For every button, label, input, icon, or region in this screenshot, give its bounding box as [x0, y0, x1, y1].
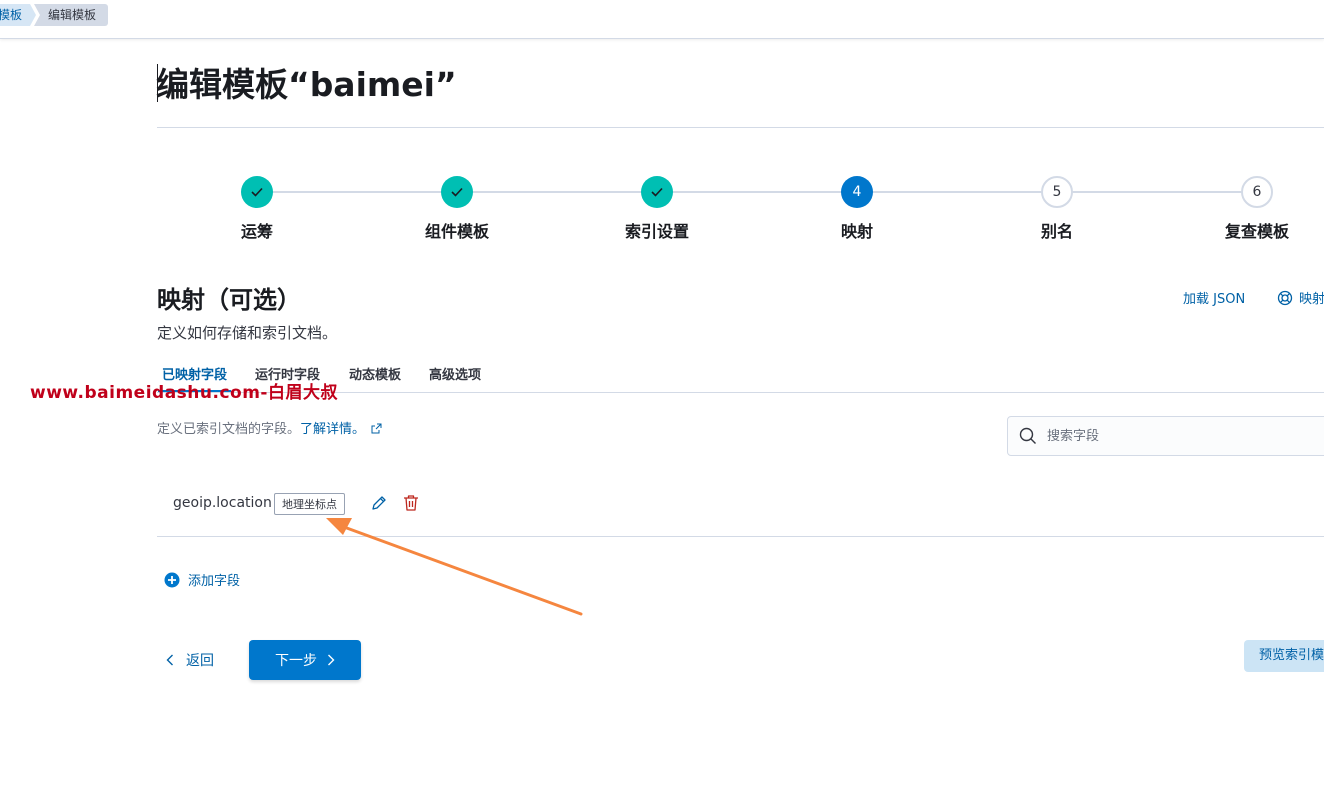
search-input[interactable]	[1045, 427, 1309, 445]
add-field-button[interactable]: 添加字段	[164, 570, 240, 589]
mapping-docs-label: 映射	[1299, 292, 1324, 307]
search-field[interactable]	[1007, 416, 1324, 456]
title-divider	[157, 127, 1324, 128]
step-number: 6	[1241, 176, 1273, 208]
step-2[interactable]: 组件模板	[397, 176, 517, 242]
step-label: 别名	[1040, 222, 1073, 241]
fields-description: 定义已索引文档的字段。了解详情。	[157, 418, 382, 437]
step-5[interactable]: 5 别名	[997, 176, 1117, 242]
chevron-left-icon	[166, 654, 173, 666]
load-json-button[interactable]: 加载 JSON	[1183, 288, 1245, 307]
learn-more-link[interactable]: 了解详情。	[300, 422, 365, 437]
step-3[interactable]: 索引设置	[597, 176, 717, 242]
preview-index-template-button[interactable]: 预览索引模板	[1244, 640, 1324, 672]
field-name: geoip.location	[173, 495, 272, 511]
breadcrumb-templates[interactable]: 模板	[0, 4, 36, 26]
step-label: 索引设置	[624, 222, 689, 241]
external-link-icon	[371, 423, 382, 434]
add-field-label: 添加字段	[188, 574, 241, 589]
field-row: geoip.location 地理坐标点	[157, 482, 1324, 537]
pencil-icon[interactable]	[371, 495, 387, 511]
step-4: 4 映射	[797, 176, 917, 242]
step-6[interactable]: 6 复查模板	[1197, 176, 1317, 242]
breadcrumb-bar: 模板 编辑模板	[0, 0, 1324, 39]
step-number: 5	[1041, 176, 1073, 208]
check-icon	[441, 176, 473, 208]
back-button[interactable]: 返回	[166, 650, 214, 670]
lifebuoy-icon	[1277, 290, 1293, 306]
next-step-button[interactable]: 下一步	[249, 640, 361, 680]
breadcrumb-edit-template: 编辑模板	[34, 4, 108, 26]
check-icon	[641, 176, 673, 208]
mapping-docs-link[interactable]: 映射	[1277, 288, 1324, 307]
page-title: 编辑模板“baimei”	[156, 65, 457, 104]
step-number: 4	[841, 176, 873, 208]
tab-dynamic-templates[interactable]: 动态模板	[349, 364, 401, 383]
trash-icon[interactable]	[403, 494, 419, 512]
field-type-badge: 地理坐标点	[274, 493, 345, 515]
search-icon	[1019, 427, 1036, 444]
check-icon	[241, 176, 273, 208]
tab-advanced-options[interactable]: 高级选项	[429, 364, 481, 383]
back-button-label: 返回	[186, 653, 214, 669]
next-step-label: 下一步	[275, 653, 317, 669]
step-label: 运筹	[240, 222, 273, 241]
section-description: 定义如何存储和索引文档。	[157, 324, 338, 342]
section-title: 映射（可选）	[157, 286, 301, 314]
step-label: 复查模板	[1224, 222, 1289, 241]
step-label: 映射	[840, 222, 873, 241]
chevron-right-icon	[328, 654, 335, 666]
plus-in-circle-icon	[164, 572, 180, 587]
watermark: www.baimeidashu.com-白眉大叔	[30, 383, 338, 403]
fields-description-text: 定义已索引文档的字段。	[157, 422, 301, 437]
step-1[interactable]: 运筹	[197, 176, 317, 242]
step-label: 组件模板	[424, 222, 489, 241]
